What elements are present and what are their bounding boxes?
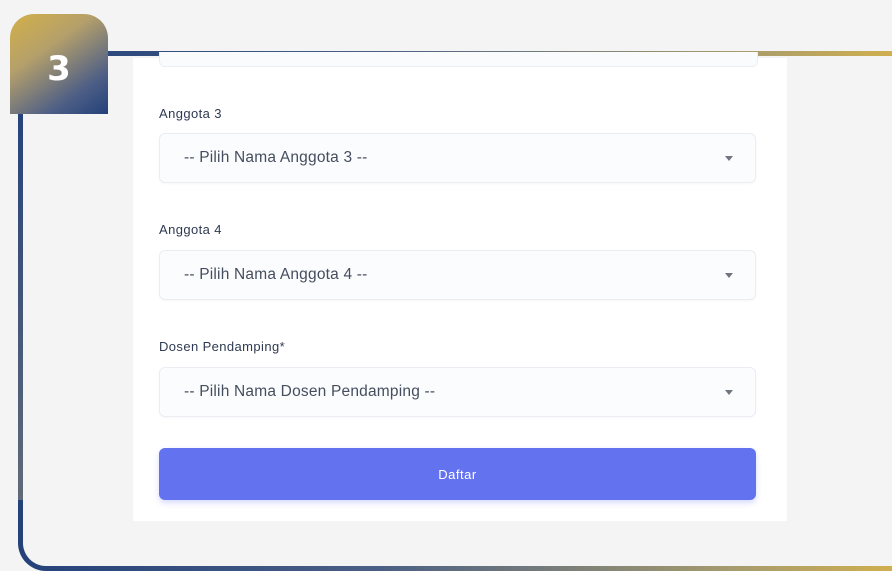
field-label-anggota-4: Anggota 4 <box>159 222 222 237</box>
select-anggota-4[interactable]: -- Pilih Nama Anggota 4 -- <box>159 250 756 300</box>
field-label-dosen-pendamping: Dosen Pendamping* <box>159 339 286 354</box>
select-anggota-4-value: -- Pilih Nama Anggota 4 -- <box>184 266 368 283</box>
field-label-anggota-3: Anggota 3 <box>159 106 222 121</box>
daftar-button[interactable]: Daftar <box>159 448 756 500</box>
select-dosen-pendamping[interactable]: -- Pilih Nama Dosen Pendamping -- <box>159 367 756 417</box>
chevron-down-icon <box>725 156 733 161</box>
chevron-down-icon <box>725 273 733 278</box>
registration-form: Anggota 3 -- Pilih Nama Anggota 3 -- Ang… <box>133 52 787 521</box>
select-anggota-3-value: -- Pilih Nama Anggota 3 -- <box>184 149 368 166</box>
decorative-frame-left <box>18 100 23 500</box>
step-number: 3 <box>47 49 71 89</box>
select-dosen-pendamping-value: -- Pilih Nama Dosen Pendamping -- <box>184 383 436 400</box>
chevron-down-icon <box>725 390 733 395</box>
step-badge: 3 <box>10 14 108 114</box>
select-anggota-3[interactable]: -- Pilih Nama Anggota 3 -- <box>159 133 756 183</box>
previous-select-field[interactable] <box>159 52 758 67</box>
